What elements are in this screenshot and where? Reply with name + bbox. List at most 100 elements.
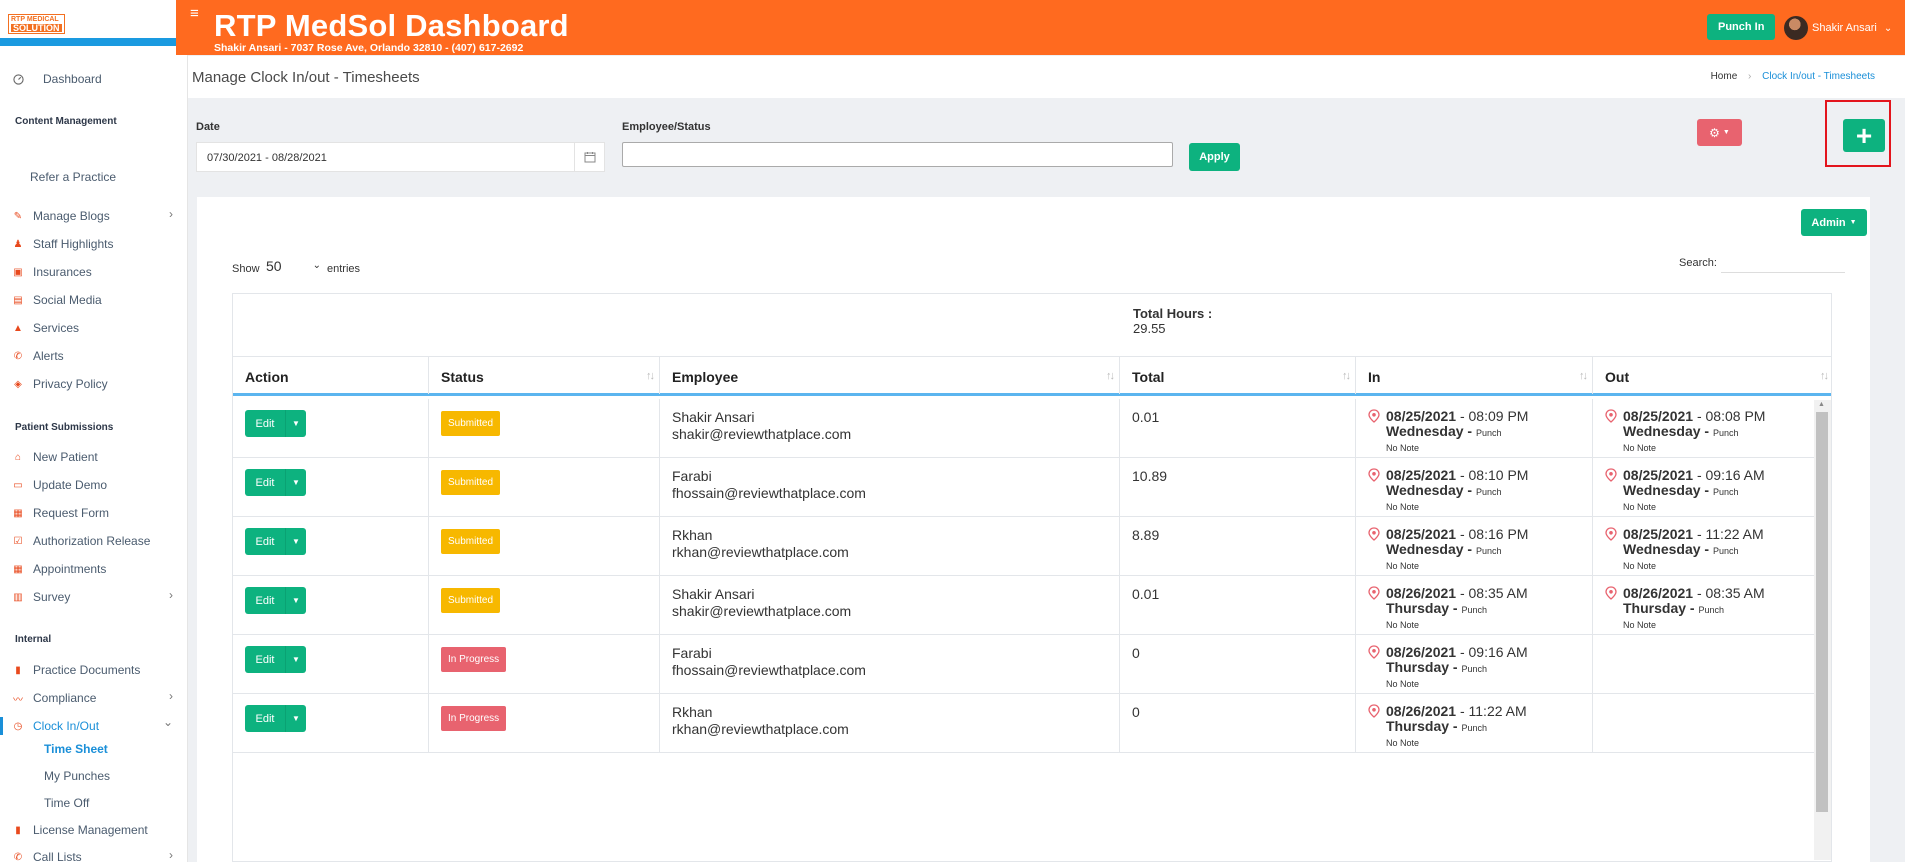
status-badge: Submitted <box>441 529 501 554</box>
date-range-value: 07/30/2021 - 08/28/2021 <box>207 152 327 164</box>
edit-button[interactable]: Edit <box>245 587 285 614</box>
home-icon: ⌂ <box>14 451 22 463</box>
punch-in-button[interactable]: Punch In <box>1707 14 1776 40</box>
column-header-total[interactable]: Total ↑↓ <box>1120 357 1356 394</box>
sidebar-item-refer[interactable]: Refer a Practice <box>30 168 116 186</box>
sidebar-item-staff-highlights[interactable]: ♟ Staff Highlights <box>12 235 114 253</box>
sidebar-item-label: Social Media <box>33 293 102 307</box>
sidebar-item-manage-blogs[interactable]: ✎ Manage Blogs <box>12 207 110 225</box>
user-name: Shakir Ansari <box>1812 22 1877 34</box>
sidebar-item-appointments[interactable]: ▦ Appointments <box>12 560 106 578</box>
sidebar-item-update-demo[interactable]: ▭ Update Demo <box>12 476 107 494</box>
column-header-label: Out <box>1605 369 1630 385</box>
search-input[interactable] <box>1721 256 1845 273</box>
chart-icon: ▥ <box>13 591 23 603</box>
punch-note: No Note <box>1386 561 1420 571</box>
punch-day: Wednesday - Punch <box>1386 541 1502 557</box>
sidebar-item-license-management[interactable]: ▮ License Management <box>12 821 148 839</box>
date-range-input[interactable]: 07/30/2021 - 08/28/2021 <box>196 142 605 172</box>
breadcrumb-current[interactable]: Clock In/out - Timesheets <box>1762 71 1875 82</box>
edit-button[interactable]: Edit <box>245 410 285 437</box>
punch-datetime: 08/26/2021 - 08:35 AM <box>1386 586 1580 601</box>
logo[interactable]: RTP MEDICAL SOLUTION <box>8 14 65 34</box>
caret-down-icon: ▼ <box>292 537 300 546</box>
sidebar-item-label: Manage Blogs <box>33 209 110 223</box>
column-header-out[interactable]: Out ↑↓ <box>1593 357 1831 394</box>
column-header-in[interactable]: In ↑↓ <box>1356 357 1593 394</box>
table-row: Edit ▼ Submitted Farabi fhossain@reviewt… <box>233 458 1831 517</box>
edit-button[interactable]: Edit <box>245 705 285 732</box>
edit-dropdown-toggle[interactable]: ▼ <box>285 646 306 673</box>
sidebar-item-social-media[interactable]: ▤ Social Media <box>12 291 102 309</box>
sidebar-item-dashboard[interactable]: Dashboard <box>12 70 102 88</box>
punch-datetime: 08/26/2021 - 08:35 AM <box>1623 586 1802 601</box>
edit-dropdown-toggle[interactable]: ▼ <box>285 587 306 614</box>
sidebar-subitem-time-off[interactable]: Time Off <box>44 796 89 810</box>
clipboard-icon: ▮ <box>15 664 21 676</box>
employee-status-label: Employee/Status <box>622 121 711 133</box>
chevron-down-icon: ⌄ <box>1883 23 1893 34</box>
sidebar-item-insurances[interactable]: ▣ Insurances <box>12 263 91 281</box>
edit-button[interactable]: Edit <box>245 646 285 673</box>
breadcrumb-home[interactable]: Home <box>1711 71 1738 82</box>
scroll-up-icon[interactable]: ▲ <box>1818 401 1825 408</box>
edit-dropdown-toggle[interactable]: ▼ <box>285 469 306 496</box>
column-header-employee[interactable]: Employee ↑↓ <box>660 357 1120 394</box>
total-value: 0 <box>1132 645 1140 661</box>
checklist-icon: ☑ <box>13 535 23 547</box>
scrollbar-thumb[interactable] <box>1816 412 1828 812</box>
employee-status-select[interactable] <box>622 142 1173 167</box>
edit-button[interactable]: Edit <box>245 528 285 555</box>
settings-dropdown-button[interactable]: ⚙ ▼ <box>1697 119 1742 146</box>
sidebar-item-new-patient[interactable]: ⌂ New Patient <box>12 448 98 466</box>
sort-icon: ↑↓ <box>1579 370 1588 382</box>
sidebar-item-clock-inout[interactable]: ◷ Clock In/Out <box>12 717 99 735</box>
out-cell <box>1593 694 1814 753</box>
sidebar-item-call-lists[interactable]: ✆ Call Lists <box>12 848 82 862</box>
edit-dropdown-toggle[interactable]: ▼ <box>285 528 306 555</box>
edit-dropdown-toggle[interactable]: ▼ <box>285 410 306 437</box>
total-value: 0.01 <box>1132 586 1160 602</box>
table-scrollbar[interactable]: ▲ <box>1814 400 1831 860</box>
sidebar-item-authorization-release[interactable]: ☑ Authorization Release <box>12 532 151 550</box>
punch-day: Thursday - Punch <box>1623 600 1724 616</box>
sidebar-item-survey[interactable]: ▥ Survey <box>12 588 70 606</box>
sidebar-item-privacy-policy[interactable]: ◈ Privacy Policy <box>12 375 108 393</box>
active-indicator <box>0 717 3 735</box>
sidebar-item-compliance[interactable]: 〰 Compliance <box>12 689 96 707</box>
edit-button-group: Edit ▼ <box>245 705 416 732</box>
column-header-status[interactable]: Status ↑↓ <box>429 357 660 394</box>
apply-button[interactable]: Apply <box>1189 143 1240 171</box>
sidebar-subitem-time-sheet[interactable]: Time Sheet <box>44 742 108 756</box>
punch-time: - 08:35 AM <box>1456 585 1528 601</box>
action-cell: Edit ▼ <box>233 635 429 694</box>
page-size-select[interactable]: 50 ⌄ <box>266 258 323 278</box>
sidebar-item-alerts[interactable]: ✆ Alerts <box>12 347 64 365</box>
punch-out-info: 08/25/2021 - 09:16 AM Wednesday - Punch No… <box>1605 468 1802 515</box>
caret-down-icon: ▼ <box>292 419 300 428</box>
edit-button[interactable]: Edit <box>245 469 285 496</box>
punch-note: No Note <box>1623 620 1657 630</box>
status-badge: Submitted <box>441 470 501 495</box>
admin-dropdown-button[interactable]: Admin ▼ <box>1801 209 1867 236</box>
top-header: ≡ RTP MedSol Dashboard Shakir Ansari - 7… <box>176 0 1905 55</box>
shield-icon: ◈ <box>14 378 22 390</box>
calendar-icon[interactable] <box>574 143 604 171</box>
punch-in-info: 08/25/2021 - 08:10 PM Wednesday - Punch No… <box>1368 468 1580 515</box>
user-menu[interactable]: Shakir Ansari ⌄ <box>1812 22 1892 34</box>
table-row: Edit ▼ Submitted Shakir Ansari shakir@re… <box>233 399 1831 458</box>
avatar[interactable] <box>1784 16 1808 40</box>
sidebar-subitem-my-punches[interactable]: My Punches <box>44 769 110 783</box>
gear-icon: ⚙ <box>1709 125 1720 140</box>
sidebar-item-practice-documents[interactable]: ▮ Practice Documents <box>12 661 140 679</box>
employee-cell: Shakir Ansari shakir@reviewthatplace.com <box>660 576 1120 635</box>
sidebar-item-services[interactable]: ▲ Services <box>12 319 79 337</box>
punch-time: - 09:16 AM <box>1456 644 1528 660</box>
edit-dropdown-toggle[interactable]: ▼ <box>285 705 306 732</box>
sidebar-item-request-form[interactable]: ▦ Request Form <box>12 504 109 522</box>
punch-note: No Note <box>1386 443 1420 453</box>
logo-area: RTP MEDICAL SOLUTION <box>0 0 187 46</box>
menu-toggle-icon[interactable]: ≡ <box>190 5 199 22</box>
add-timesheet-button[interactable]: + <box>1843 119 1885 152</box>
table-row: Edit ▼ Submitted Rkhan rkhan@reviewthatp… <box>233 517 1831 576</box>
